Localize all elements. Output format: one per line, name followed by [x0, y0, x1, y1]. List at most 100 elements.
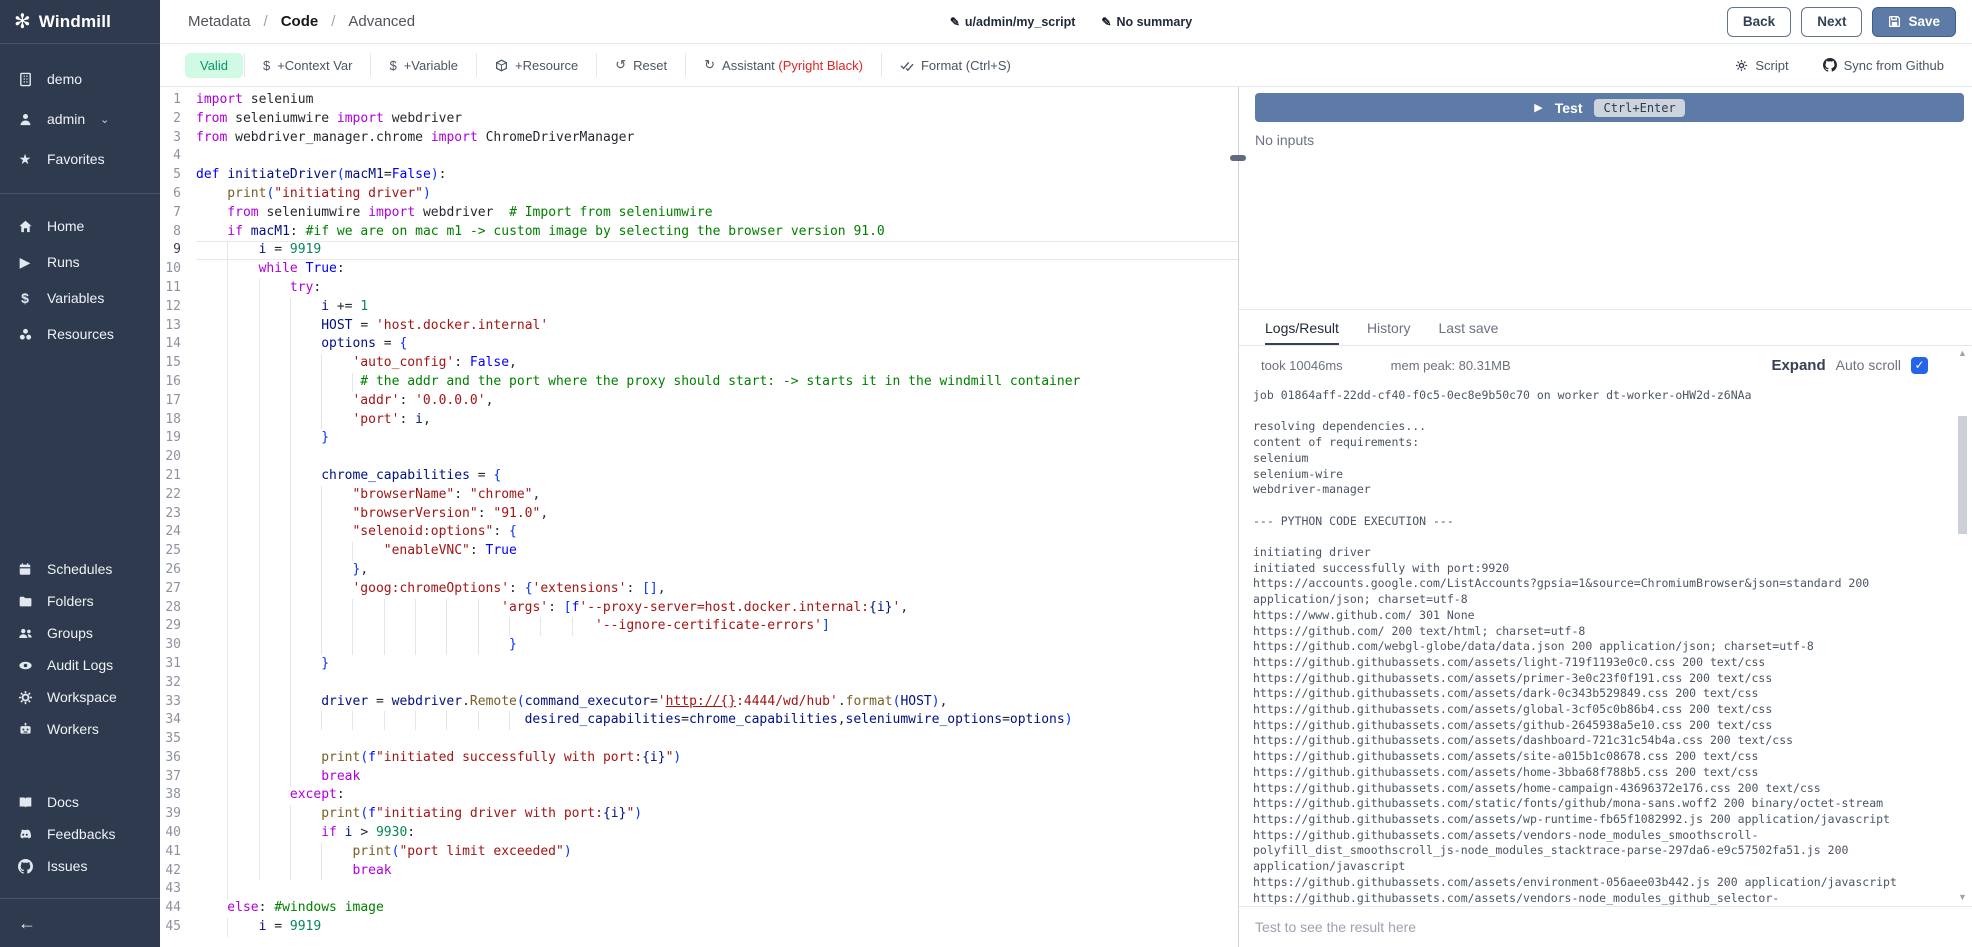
code-line[interactable]: 35 — [160, 730, 1238, 749]
code-line[interactable]: 28'args': [f'--proxy-server=host.docker.… — [160, 599, 1238, 618]
code-line[interactable]: 18'port': i, — [160, 411, 1238, 430]
code-line[interactable]: 32 — [160, 674, 1238, 693]
code-line[interactable]: 3from webdriver_manager.chrome import Ch… — [160, 129, 1238, 148]
scroll-up-icon[interactable]: ▲ — [1955, 348, 1970, 358]
panel-resize-handle[interactable] — [1230, 155, 1246, 161]
logs-output[interactable]: job 01864aff-22dd-cf40-f0c5-0ec8e9b50c70… — [1239, 384, 1972, 906]
sidebar-item-folders[interactable]: Folders — [0, 585, 160, 617]
sidebar-item-groups[interactable]: Groups — [0, 617, 160, 649]
user-label: admin — [47, 111, 85, 127]
code-line[interactable]: 1import selenium — [160, 91, 1238, 110]
code-line[interactable]: 8if macM1: #if we are on mac m1 -> custo… — [160, 223, 1238, 242]
code-line[interactable]: 23"browserVersion": "91.0", — [160, 505, 1238, 524]
line-number: 44 — [160, 899, 196, 918]
sidebar-item-feedbacks[interactable]: Feedbacks — [0, 818, 160, 850]
format-button[interactable]: Format (Ctrl+S) — [883, 58, 1028, 73]
back-button[interactable]: Back — [1727, 7, 1791, 37]
line-number: 8 — [160, 223, 196, 242]
code-line[interactable]: 19} — [160, 429, 1238, 448]
code-line[interactable]: 30} — [160, 636, 1238, 655]
code-line[interactable]: 33driver = webdriver.Remote(command_exec… — [160, 693, 1238, 712]
code-line[interactable]: 16# the addr and the port where the prox… — [160, 373, 1238, 392]
collapse-sidebar-button[interactable]: ← — [18, 913, 36, 934]
pencil-icon: ✎ — [950, 15, 960, 29]
sidebar-item-favorites[interactable]: ★ Favorites — [0, 139, 160, 179]
code-lines: 1import selenium2from seleniumwire impor… — [160, 91, 1238, 937]
code-line[interactable]: 38except: — [160, 786, 1238, 805]
code-line[interactable]: 43 — [160, 880, 1238, 899]
code-line[interactable]: 12i += 1 — [160, 298, 1238, 317]
code-line[interactable]: 42break — [160, 862, 1238, 881]
sidebar-item-variables[interactable]: $ Variables — [0, 280, 160, 316]
code-line[interactable]: 17'addr': '0.0.0.0', — [160, 392, 1238, 411]
next-button[interactable]: Next — [1801, 7, 1862, 37]
code-line[interactable]: 9i = 9919 — [160, 241, 1238, 260]
tab-metadata[interactable]: Metadata — [188, 13, 251, 30]
code-line[interactable]: 2from seleniumwire import webdriver — [160, 110, 1238, 129]
sidebar-item-issues[interactable]: Issues — [0, 850, 160, 882]
script-kind-button[interactable]: Script — [1735, 58, 1788, 73]
code-line[interactable]: 45i = 9919 — [160, 918, 1238, 937]
code-line[interactable]: 22"browserName": "chrome", — [160, 486, 1238, 505]
test-button[interactable]: ▶ Test Ctrl+Enter — [1255, 93, 1964, 122]
windmill-logo[interactable]: ✻ Windmill — [0, 0, 160, 44]
code-line[interactable]: 29'--ignore-certificate-errors'] — [160, 617, 1238, 636]
slash-separator: / — [264, 13, 268, 30]
reset-button[interactable]: ↺ Reset — [598, 57, 684, 73]
script-summary[interactable]: ✎No summary — [1101, 15, 1192, 29]
code-line[interactable]: 36print(f"initiated successfully with po… — [160, 749, 1238, 768]
sidebar-item-workspace-demo[interactable]: demo — [0, 59, 160, 99]
code-line[interactable]: 25"enableVNC": True — [160, 542, 1238, 561]
add-resource-button[interactable]: +Resource — [478, 58, 595, 73]
script-path[interactable]: ✎u/admin/my_script — [950, 15, 1076, 29]
assistant-button[interactable]: ↻ Assistant (Pyright Black) — [687, 57, 880, 73]
sidebar-item-user-admin[interactable]: admin ⌄ — [0, 99, 160, 139]
log-line: content of requirements: — [1253, 435, 1942, 451]
code-line[interactable]: 44else: #windows image — [160, 899, 1238, 918]
sidebar-item-runs[interactable]: ▶ Runs — [0, 244, 160, 280]
add-context-var-button[interactable]: $ +Context Var — [246, 58, 370, 73]
code-line[interactable]: 11try: — [160, 279, 1238, 298]
tab-advanced[interactable]: Advanced — [348, 13, 415, 30]
code-line[interactable]: 4 — [160, 147, 1238, 166]
code-line[interactable]: 21chrome_capabilities = { — [160, 467, 1238, 486]
code-line[interactable]: 15'auto_config': False, — [160, 354, 1238, 373]
tab-logs-result[interactable]: Logs/Result — [1265, 310, 1339, 345]
autoscroll-checkbox[interactable]: ✓ — [1911, 357, 1928, 374]
code-line[interactable]: 6print("initiating driver") — [160, 185, 1238, 204]
tab-last-save[interactable]: Last save — [1439, 310, 1499, 345]
code-line[interactable]: 26}, — [160, 561, 1238, 580]
code-line[interactable]: 14options = { — [160, 335, 1238, 354]
sidebar-item-workers[interactable]: Workers — [0, 713, 160, 745]
tab-code[interactable]: Code — [281, 13, 319, 30]
add-variable-button[interactable]: $ +Variable — [372, 58, 475, 73]
code-editor[interactable]: 1import selenium2from seleniumwire impor… — [160, 87, 1238, 947]
scroll-down-icon[interactable]: ▼ — [1955, 892, 1970, 902]
sidebar-item-schedules[interactable]: Schedules — [0, 553, 160, 585]
code-line[interactable]: 34desired_capabilities=chrome_capabiliti… — [160, 711, 1238, 730]
code-line[interactable]: 41print("port limit exceeded") — [160, 843, 1238, 862]
code-line[interactable]: 39print(f"initiating driver with port:{i… — [160, 805, 1238, 824]
code-line[interactable]: 10while True: — [160, 260, 1238, 279]
sidebar-item-workspace-settings[interactable]: Workspace — [0, 681, 160, 713]
sidebar-item-docs[interactable]: Docs — [0, 786, 160, 818]
scrollbar-thumb[interactable] — [1958, 416, 1967, 534]
line-number: 3 — [160, 129, 196, 148]
code-line[interactable]: 31} — [160, 655, 1238, 674]
code-line[interactable]: 20 — [160, 448, 1238, 467]
code-line[interactable]: 24"selenoid:options": { — [160, 523, 1238, 542]
tab-history[interactable]: History — [1367, 310, 1411, 345]
code-line[interactable]: 13HOST = 'host.docker.internal' — [160, 317, 1238, 336]
code-line[interactable]: 37break — [160, 768, 1238, 787]
code-line[interactable]: 27'goog:chromeOptions': {'extensions': [… — [160, 580, 1238, 599]
sync-github-button[interactable]: Sync from Github — [1823, 58, 1944, 73]
sidebar-item-audit-logs[interactable]: Audit Logs — [0, 649, 160, 681]
expand-button[interactable]: Expand — [1771, 357, 1825, 374]
code-line[interactable]: 40if i > 9930: — [160, 824, 1238, 843]
save-button[interactable]: Save — [1872, 7, 1956, 37]
sidebar-item-home[interactable]: Home — [0, 208, 160, 244]
sidebar-item-resources[interactable]: Resources — [0, 316, 160, 352]
logs-scrollbar[interactable]: ▲ ▼ — [1955, 348, 1970, 902]
code-line[interactable]: 7from seleniumwire import webdriver # Im… — [160, 204, 1238, 223]
code-line[interactable]: 5def initiateDriver(macM1=False): — [160, 166, 1238, 185]
